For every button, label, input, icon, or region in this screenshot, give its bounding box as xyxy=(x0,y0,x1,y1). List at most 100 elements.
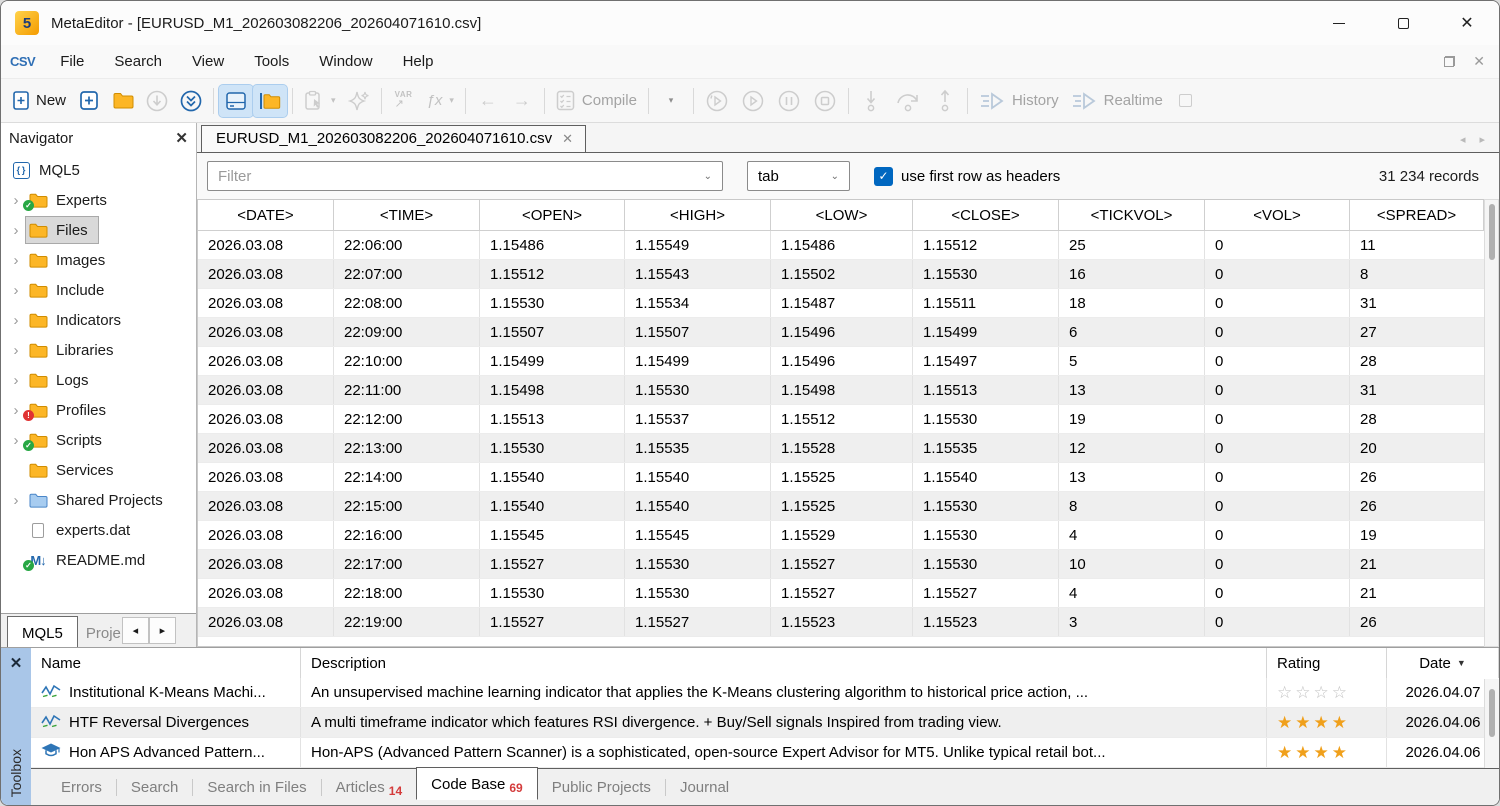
ai-assistant-button[interactable] xyxy=(342,85,376,117)
menu-item-window[interactable]: Window xyxy=(304,48,387,75)
csv-column-header[interactable]: <DATE> xyxy=(198,200,334,230)
expand-chevron-icon[interactable]: › xyxy=(8,312,24,329)
csv-table-row[interactable]: 2026.03.0822:15:001.155401.155401.155251… xyxy=(198,492,1484,521)
navigator-close-icon[interactable]: ✕ xyxy=(175,129,188,147)
menu-item-view[interactable]: View xyxy=(177,48,239,75)
toolbox-tab-code-base[interactable]: Code Base69 xyxy=(416,767,538,800)
expand-chevron-icon[interactable]: › xyxy=(8,252,24,269)
navigator-item-experts[interactable]: ›✓Experts xyxy=(1,185,196,215)
document-restore-icon[interactable] xyxy=(1444,56,1455,67)
expand-chevron-icon[interactable]: › xyxy=(8,432,24,449)
navigator-item-mql5[interactable]: { }MQL5 xyxy=(1,155,196,185)
expand-chevron-icon[interactable]: › xyxy=(8,492,24,509)
menu-item-help[interactable]: Help xyxy=(388,48,449,75)
column-header-description[interactable]: Description xyxy=(301,648,1267,678)
toggle-toolbox-button[interactable] xyxy=(219,85,253,117)
delimiter-select[interactable]: tab ⌄ xyxy=(747,161,850,191)
csv-table-row[interactable]: 2026.03.0822:06:001.154861.155491.154861… xyxy=(198,231,1484,260)
toolbox-tab-errors[interactable]: Errors xyxy=(47,773,116,802)
navigator-item-logs[interactable]: ›Logs xyxy=(1,365,196,395)
step-over-button[interactable] xyxy=(888,85,928,117)
csv-column-header[interactable]: <VOL> xyxy=(1205,200,1350,230)
new-project-button[interactable] xyxy=(72,85,106,117)
expand-chevron-icon[interactable]: › xyxy=(8,402,24,419)
open-button[interactable] xyxy=(106,85,140,117)
toolbox-tab-search[interactable]: Search xyxy=(117,773,193,802)
menu-item-search[interactable]: Search xyxy=(99,48,177,75)
compile-dropdown-button[interactable]: ▾ xyxy=(654,85,688,117)
csv-column-header[interactable]: <HIGH> xyxy=(625,200,771,230)
navigator-tabs-right-arrow[interactable]: ▸ xyxy=(149,617,176,644)
expand-chevron-icon[interactable]: › xyxy=(8,372,24,389)
csv-column-header[interactable]: <TIME> xyxy=(334,200,480,230)
stop-profiler-button[interactable] xyxy=(1169,85,1203,117)
toolbox-tab-public-projects[interactable]: Public Projects xyxy=(538,773,665,802)
toolbox-close-icon[interactable]: ✕ xyxy=(10,654,23,672)
navigate-forward-button[interactable]: → xyxy=(505,85,539,117)
csv-table-row[interactable]: 2026.03.0822:16:001.155451.155451.155291… xyxy=(198,521,1484,550)
navigator-item-images[interactable]: ›Images xyxy=(1,245,196,275)
navigator-item-libraries[interactable]: ›Libraries xyxy=(1,335,196,365)
codebase-scrollbar-thumb[interactable] xyxy=(1489,689,1495,737)
codebase-row[interactable]: Hon APS Advanced Pattern...Hon-APS (Adva… xyxy=(31,738,1499,768)
csv-table-row[interactable]: 2026.03.0822:09:001.155071.155071.154961… xyxy=(198,318,1484,347)
csv-table-row[interactable]: 2026.03.0822:11:001.154981.155301.154981… xyxy=(198,376,1484,405)
navigator-item-scripts[interactable]: ›✓Scripts xyxy=(1,425,196,455)
navigator-item-include[interactable]: ›Include xyxy=(1,275,196,305)
menu-item-tools[interactable]: Tools xyxy=(239,48,304,75)
csv-column-header[interactable]: <TICKVOL> xyxy=(1059,200,1205,230)
expand-chevron-icon[interactable]: › xyxy=(8,222,24,239)
compile-button[interactable]: Compile xyxy=(550,85,643,117)
toolbox-tab-articles[interactable]: Articles14 xyxy=(322,773,417,802)
minimize-button[interactable] xyxy=(1307,1,1371,45)
navigator-tab-projects[interactable]: Proje xyxy=(78,620,122,647)
start-debug-history-button[interactable] xyxy=(699,85,735,117)
csv-vertical-scrollbar[interactable] xyxy=(1484,199,1499,647)
csv-table-row[interactable]: 2026.03.0822:14:001.155401.155401.155251… xyxy=(198,463,1484,492)
navigator-item-indicators[interactable]: ›Indicators xyxy=(1,305,196,335)
pause-debug-button[interactable] xyxy=(771,85,807,117)
csv-table-row[interactable]: 2026.03.0822:17:001.155271.155301.155271… xyxy=(198,550,1484,579)
tabbar-scroll-right-icon[interactable]: ▸ xyxy=(1479,133,1485,146)
column-header-date[interactable]: Date ▼ xyxy=(1387,648,1499,678)
column-header-name[interactable]: Name xyxy=(31,648,301,678)
document-tab-close-icon[interactable]: ✕ xyxy=(562,131,573,147)
navigator-item-profiles[interactable]: ›!Profiles xyxy=(1,395,196,425)
expand-chevron-icon[interactable]: › xyxy=(8,192,24,209)
csv-column-header[interactable]: <SPREAD> xyxy=(1350,200,1484,230)
start-debug-button[interactable] xyxy=(735,85,771,117)
csv-column-header[interactable]: <OPEN> xyxy=(480,200,625,230)
csv-table-row[interactable]: 2026.03.0822:19:001.155271.155271.155231… xyxy=(198,608,1484,637)
navigator-item-shared-projects[interactable]: ›Shared Projects xyxy=(1,485,196,515)
toolbox-tab-journal[interactable]: Journal xyxy=(666,773,743,802)
document-close-icon[interactable]: ✕ xyxy=(1473,53,1485,70)
csv-table-row[interactable]: 2026.03.0822:07:001.155121.155431.155021… xyxy=(198,260,1484,289)
toggle-navigator-button[interactable] xyxy=(253,85,287,117)
navigator-item-experts-dat[interactable]: experts.dat xyxy=(1,515,196,545)
csv-table-row[interactable]: 2026.03.0822:18:001.155301.155301.155271… xyxy=(198,579,1484,608)
save-button[interactable] xyxy=(140,85,174,117)
csv-table-row[interactable]: 2026.03.0822:12:001.155131.155371.155121… xyxy=(198,405,1484,434)
filter-combobox[interactable]: Filter ⌄ xyxy=(207,161,723,191)
codebase-row[interactable]: HTF Reversal DivergencesA multi timefram… xyxy=(31,708,1499,738)
stop-debug-button[interactable] xyxy=(807,85,843,117)
expand-chevron-icon[interactable]: › xyxy=(8,282,24,299)
profiler-realtime-button[interactable]: Realtime xyxy=(1065,85,1169,117)
csv-column-header[interactable]: <CLOSE> xyxy=(913,200,1059,230)
expand-chevron-icon[interactable]: › xyxy=(8,342,24,359)
navigate-back-button[interactable]: ← xyxy=(471,85,505,117)
csv-table-row[interactable]: 2026.03.0822:13:001.155301.155351.155281… xyxy=(198,434,1484,463)
save-all-button[interactable] xyxy=(174,85,208,117)
document-tab[interactable]: EURUSD_M1_202603082206_202604071610.csv … xyxy=(201,125,586,152)
csv-scrollbar-thumb[interactable] xyxy=(1489,204,1495,260)
step-out-button[interactable] xyxy=(928,85,962,117)
profiler-history-button[interactable]: History xyxy=(973,85,1065,117)
variables-button[interactable]: VAR↗ xyxy=(387,85,421,117)
csv-column-header[interactable]: <LOW> xyxy=(771,200,913,230)
functions-button[interactable]: ƒx ▾ xyxy=(421,85,460,117)
first-row-headers-checkbox-group[interactable]: ✓ use first row as headers xyxy=(874,167,1060,186)
csv-table-row[interactable]: 2026.03.0822:08:001.155301.155341.154871… xyxy=(198,289,1484,318)
close-button[interactable]: ✕ xyxy=(1435,1,1499,45)
toolbox-tab-search-in-files[interactable]: Search in Files xyxy=(193,773,320,802)
new-button[interactable]: New xyxy=(7,85,72,117)
